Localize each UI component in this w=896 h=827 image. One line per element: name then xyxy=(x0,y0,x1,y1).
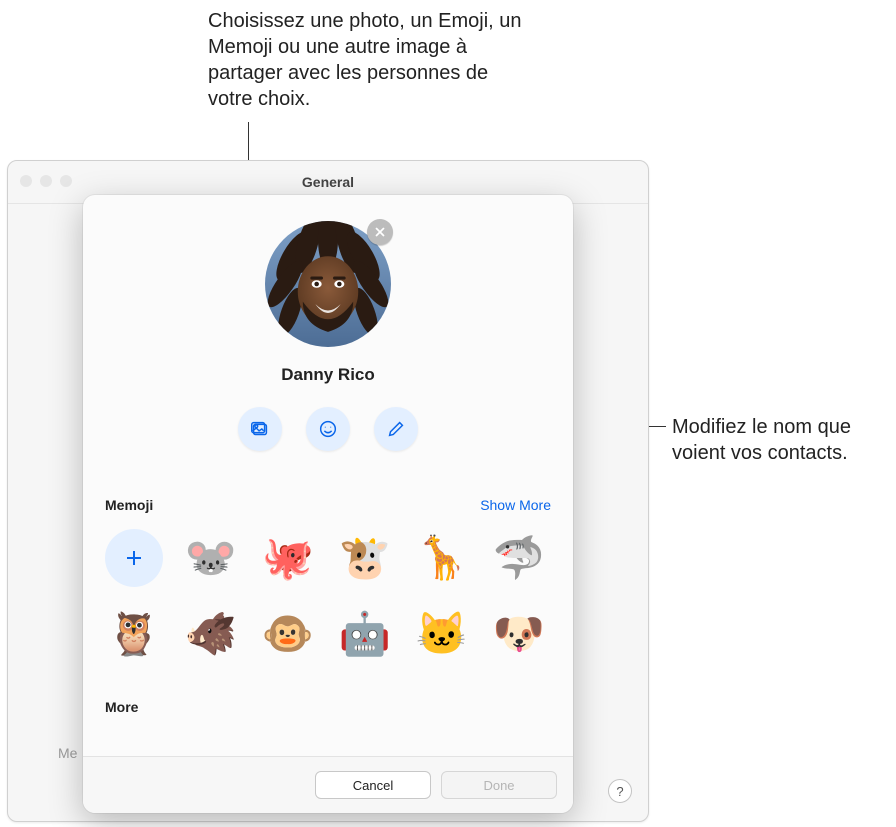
callout-photo: Choisissez une photo, un Emoji, un Memoj… xyxy=(208,8,528,112)
plus-icon xyxy=(122,546,146,570)
memoji-grid: 🐭 🐙 🐮 🦒 🦈 🦉 🐗 🐵 🤖 🐱 🐶 xyxy=(105,529,551,663)
memoji-show-more-link[interactable]: Show More xyxy=(480,497,551,513)
done-button[interactable]: Done xyxy=(441,771,557,799)
window-close-button[interactable] xyxy=(20,175,32,187)
window-minimize-button[interactable] xyxy=(40,175,52,187)
avatar-container xyxy=(265,221,391,347)
close-icon xyxy=(373,225,387,239)
memoji-mouse[interactable]: 🐭 xyxy=(182,529,240,587)
memoji-section-header: Memoji Show More xyxy=(105,497,551,513)
sheet-footer: Cancel Done xyxy=(83,756,573,813)
display-name-label: Danny Rico xyxy=(105,365,551,385)
memoji-dog[interactable]: 🐶 xyxy=(490,605,548,663)
memoji-section-title: Memoji xyxy=(105,497,153,513)
memoji-boar[interactable]: 🐗 xyxy=(182,605,240,663)
sheet-body: Danny Rico xyxy=(83,195,573,756)
help-button[interactable]: ? xyxy=(608,779,632,803)
memoji-robot[interactable]: 🤖 xyxy=(336,605,394,663)
traffic-lights[interactable] xyxy=(20,175,72,187)
callout-edit-name: Modifiez le nom que voient vos contacts. xyxy=(672,414,892,466)
memoji-shark[interactable]: 🦈 xyxy=(490,529,548,587)
pencil-icon xyxy=(385,418,407,440)
avatar-action-row xyxy=(105,407,551,451)
window-title: General xyxy=(302,174,354,190)
photos-icon xyxy=(249,418,271,440)
memoji-cat[interactable]: 🐱 xyxy=(413,605,471,663)
edit-name-button[interactable] xyxy=(374,407,418,451)
memoji-giraffe[interactable]: 🦒 xyxy=(413,529,471,587)
emoji-picker-button[interactable] xyxy=(306,407,350,451)
help-icon: ? xyxy=(616,784,623,799)
background-label: Me xyxy=(58,745,77,761)
memoji-monkey[interactable]: 🐵 xyxy=(259,605,317,663)
window-zoom-button[interactable] xyxy=(60,175,72,187)
more-section-title: More xyxy=(105,699,551,715)
photo-picker-button[interactable] xyxy=(238,407,282,451)
memoji-octopus[interactable]: 🐙 xyxy=(259,529,317,587)
memoji-owl[interactable]: 🦉 xyxy=(105,605,163,663)
add-memoji-button[interactable] xyxy=(105,529,163,587)
remove-avatar-button[interactable] xyxy=(367,219,393,245)
name-photo-sharing-sheet: Danny Rico xyxy=(83,195,573,813)
cancel-button[interactable]: Cancel xyxy=(315,771,431,799)
memoji-cow[interactable]: 🐮 xyxy=(336,529,394,587)
smile-icon xyxy=(317,418,339,440)
